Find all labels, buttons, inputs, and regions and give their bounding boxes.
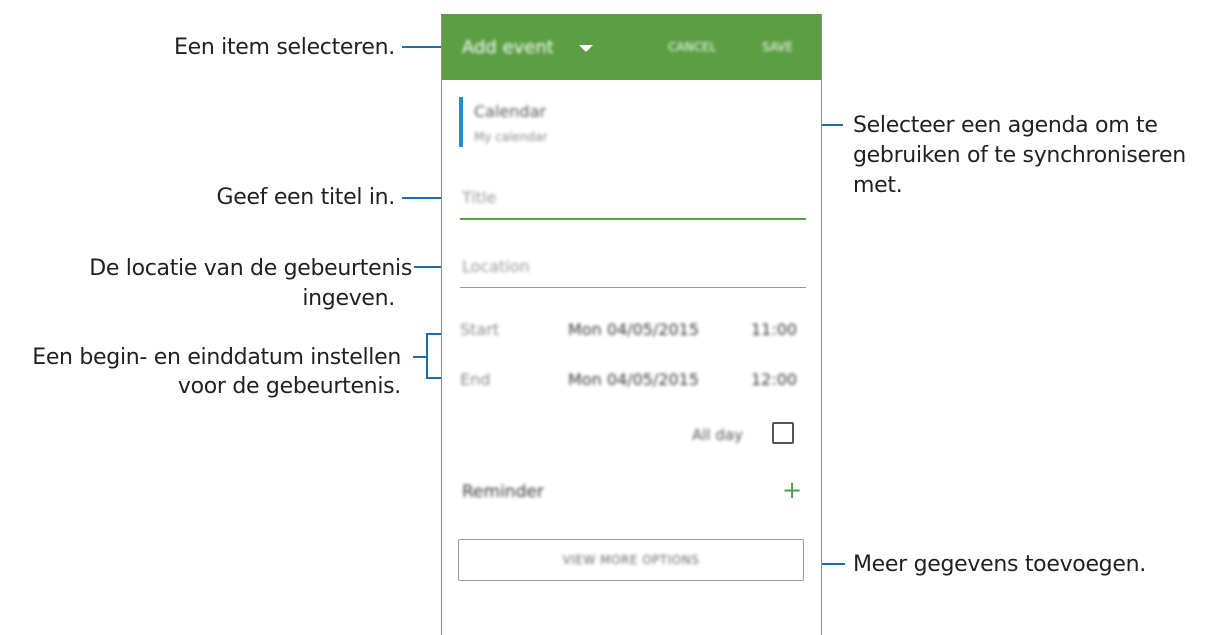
calendar-value[interactable]: My calendar (474, 130, 547, 144)
title-field[interactable]: Title (462, 188, 496, 207)
annotation-calendar-line3: met. (853, 173, 903, 198)
save-button[interactable]: SAVE (762, 40, 793, 54)
annotation-dates-line1: Een begin- en einddatum instellen (32, 345, 401, 370)
chevron-down-icon[interactable] (579, 45, 593, 52)
annotation-dates-line2: voor de gebeurtenis. (177, 374, 401, 399)
end-date[interactable]: Mon 04/05/2015 (568, 370, 699, 389)
start-label: Start (460, 320, 500, 339)
view-more-options-label: VIEW MORE OPTIONS (562, 553, 700, 567)
reminder-label: Reminder (462, 482, 544, 502)
cancel-button[interactable]: CANCEL (668, 40, 716, 54)
annotation-calendar-line1: Selecteer een agenda om te (853, 113, 1158, 138)
all-day-checkbox[interactable] (772, 422, 794, 444)
app-bar: Add event CANCEL SAVE (442, 14, 821, 80)
phone-screen: Add event CANCEL SAVE Calendar My calend… (441, 14, 822, 635)
annotation-location-line2: ingeven. (302, 286, 395, 311)
annotation-enter-title: Geef een titel in. (216, 185, 395, 210)
add-event-title[interactable]: Add event (462, 37, 554, 58)
calendar-label[interactable]: Calendar (474, 102, 546, 121)
start-date[interactable]: Mon 04/05/2015 (568, 320, 699, 339)
end-label: End (460, 370, 491, 389)
view-more-options-button[interactable]: VIEW MORE OPTIONS (458, 539, 804, 581)
annotation-select-item: Een item selecteren. (173, 35, 395, 60)
end-time[interactable]: 12:00 (751, 370, 797, 389)
leader-line-dates-bracket (426, 333, 428, 379)
annotation-more-details: Meer gegevens toevoegen. (853, 552, 1146, 577)
calendar-accent-bar (459, 97, 463, 147)
annotation-location-line1: De locatie van de gebeurtenis (89, 256, 412, 281)
plus-icon[interactable]: + (782, 478, 802, 502)
title-field-underline (460, 218, 806, 220)
start-time[interactable]: 11:00 (751, 320, 797, 339)
annotation-calendar-line2: gebruiken of te synchroniseren (853, 143, 1186, 168)
leader-line-dates-stub (413, 356, 427, 358)
location-field-underline (460, 287, 806, 288)
location-field[interactable]: Location (462, 257, 530, 276)
all-day-label: All day (692, 426, 743, 444)
